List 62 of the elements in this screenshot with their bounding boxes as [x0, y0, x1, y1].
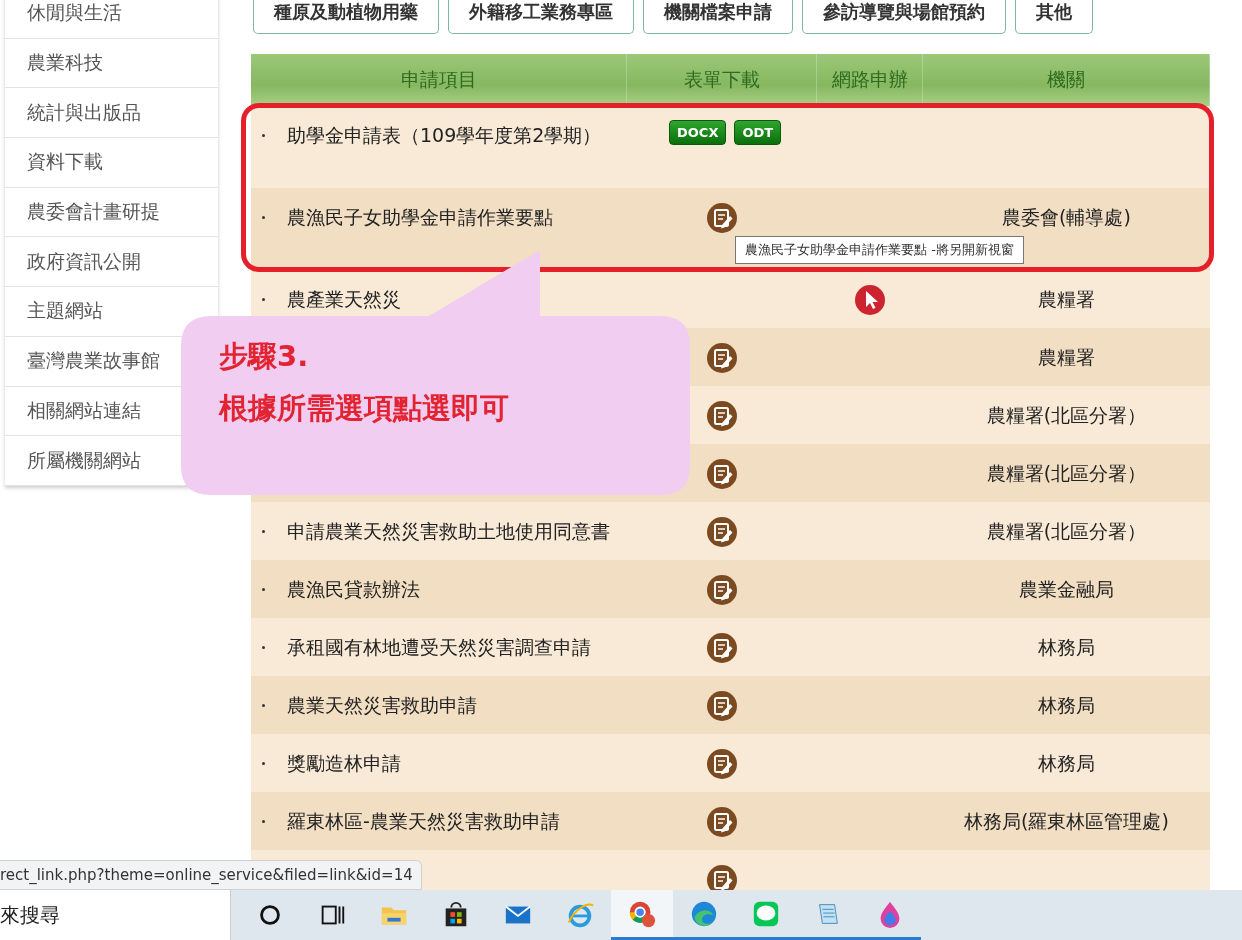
- agency-text: 農糧署: [1038, 287, 1095, 312]
- form-icon[interactable]: [706, 400, 738, 432]
- form-icon[interactable]: [706, 342, 738, 374]
- bullet-icon: [262, 134, 265, 137]
- item-link[interactable]: 承租國有林地遭受天然災害調查申請: [287, 634, 591, 660]
- item-link[interactable]: 申請農業天然災害救助土地使用同意書: [287, 518, 610, 544]
- agency-text: 農糧署(北區分署）: [986, 461, 1147, 486]
- category-button[interactable]: 參訪導覽與場館預約: [802, 0, 1006, 34]
- agency-text: 林務局: [1038, 635, 1095, 660]
- item-link[interactable]: 獎勵造林申請: [287, 750, 401, 776]
- bullet-icon: [262, 704, 265, 707]
- item-link[interactable]: 農產業天然災: [287, 286, 401, 312]
- agency-text: 農糧署: [1038, 345, 1095, 370]
- bullet-icon: [262, 646, 265, 649]
- column-header: 機關: [923, 54, 1210, 106]
- cursor-icon[interactable]: [854, 284, 886, 316]
- bullet-icon: [262, 820, 265, 823]
- bullet-icon: [262, 588, 265, 591]
- form-icon[interactable]: [706, 748, 738, 780]
- item-link[interactable]: 羅東林區-農業天然災害救助申請: [287, 808, 560, 834]
- sidebar-item[interactable]: 政府資訊公開: [5, 237, 218, 288]
- sidebar-item[interactable]: 資料下載: [5, 138, 218, 188]
- agency-text: 林務局(羅東林區管理處): [964, 809, 1169, 834]
- item-link[interactable]: 農漁民貸款辦法: [287, 576, 420, 602]
- category-button[interactable]: 其他: [1015, 0, 1093, 34]
- category-button[interactable]: 種原及動植物用藥: [253, 0, 439, 34]
- download-badge[interactable]: DOCX: [669, 120, 727, 145]
- sidebar-item[interactable]: 休閒與生活: [5, 0, 218, 39]
- download-badge[interactable]: ODT: [734, 120, 782, 145]
- agency-text: 林務局: [1038, 751, 1095, 776]
- form-icon[interactable]: [706, 632, 738, 664]
- agency-text: 林務局: [1038, 693, 1095, 718]
- column-header: 表單下載: [627, 54, 817, 106]
- sidebar-item[interactable]: 統計與出版品: [5, 88, 218, 139]
- form-icon[interactable]: [706, 690, 738, 722]
- item-link[interactable]: 農業天然災害救助申請: [287, 692, 477, 718]
- column-header: 申請項目: [251, 54, 627, 106]
- category-button[interactable]: 機關檔案申請: [643, 0, 793, 34]
- form-icon[interactable]: [706, 806, 738, 838]
- callout-tooltip-text: 根據所需選項點選即可: [219, 390, 509, 426]
- status-url: rect_link.php?theme=online_service&filed=link&id=14: [0, 860, 422, 890]
- bullet-icon: [262, 298, 265, 301]
- column-header: 網路申辦: [817, 54, 923, 106]
- bullet-icon: [262, 530, 265, 533]
- category-button[interactable]: 外籍移工業務專區: [448, 0, 634, 34]
- bullet-icon: [262, 216, 265, 219]
- callout-tooltip-text: 步驟3.: [219, 338, 310, 374]
- agency-text: 農業金融局: [1019, 577, 1114, 602]
- item-link[interactable]: 農漁民子女助學金申請作業要點: [287, 204, 553, 230]
- item-link[interactable]: 助學金申請表（109學年度第2學期）: [287, 122, 602, 148]
- agency-text: 農委會(輔導處): [1002, 205, 1131, 230]
- form-icon[interactable]: [706, 202, 738, 234]
- search-field[interactable]: 來搜尋: [0, 890, 231, 940]
- form-icon[interactable]: [706, 516, 738, 548]
- tooltip: 農漁民子女助學金申請作業要點 -將另開新視窗: [735, 236, 1024, 264]
- form-icon[interactable]: [706, 458, 738, 490]
- sidebar-item[interactable]: 農業科技: [5, 38, 218, 89]
- agency-text: 農糧署(北區分署）: [986, 519, 1147, 544]
- form-icon[interactable]: [706, 574, 738, 606]
- sidebar-item[interactable]: 農委會計畫研提: [5, 187, 218, 238]
- bullet-icon: [262, 762, 265, 765]
- agency-text: 農糧署(北區分署）: [986, 403, 1147, 428]
